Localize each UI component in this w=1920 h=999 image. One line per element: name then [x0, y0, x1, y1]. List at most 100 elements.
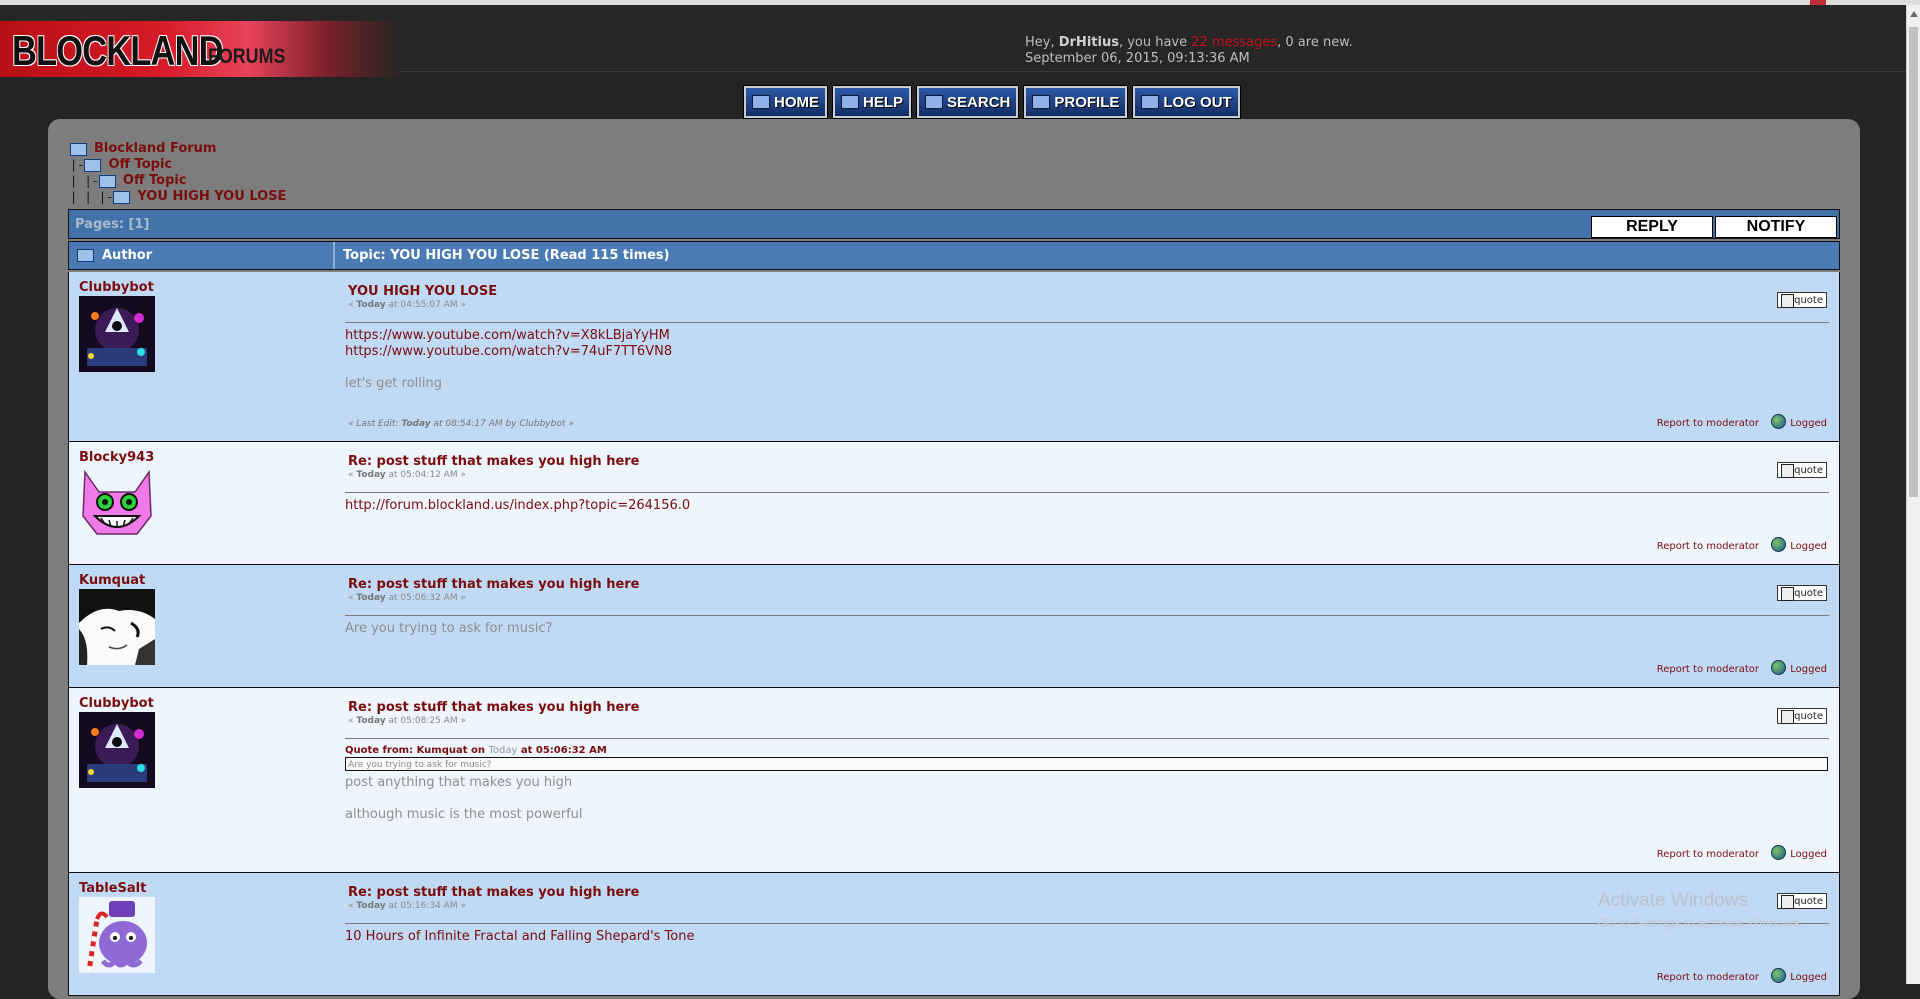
watermark-subtitle: Go to Settings to activate Windows. — [1598, 915, 1804, 930]
profile-label: PROFILE — [1054, 93, 1120, 111]
breadcrumb-item-board[interactable]: | |- Off Topic — [70, 173, 286, 189]
report-link[interactable]: Report to moderator — [1657, 541, 1759, 552]
quote-button[interactable]: quote — [1777, 462, 1827, 478]
activate-windows-watermark: Activate Windows Go to Settings to activ… — [1598, 890, 1803, 930]
quote-box: Are you trying to ask for music? — [345, 757, 1828, 771]
avatar[interactable] — [79, 466, 155, 542]
quote-button[interactable]: quote — [1777, 708, 1827, 724]
report-link[interactable]: Report to moderator — [1657, 849, 1759, 860]
breadcrumb-item-topic[interactable]: | | |- YOU HIGH YOU LOSE — [70, 189, 286, 205]
greeting-mid: , you have — [1118, 35, 1192, 50]
greeting-prefix: Hey, — [1025, 35, 1059, 50]
post-author[interactable]: TableSalt — [79, 881, 146, 896]
scroll-up-icon[interactable] — [1910, 11, 1918, 17]
avatar[interactable] — [79, 296, 155, 372]
breadcrumb-label: Blockland Forum — [94, 141, 217, 156]
avatar[interactable] — [79, 589, 155, 665]
quote-button[interactable]: quote — [1777, 292, 1827, 308]
post-body: Quote from: Kumquat on Today at 05:06:32… — [345, 744, 1828, 823]
post-text: Are you trying to ask for music? — [345, 621, 553, 636]
post: TableSalt Re: post stuff that makes you … — [68, 873, 1840, 996]
quote-from[interactable]: Quote from: Kumquat on — [345, 745, 488, 756]
last-edit-suffix: at 08:54:17 AM by Clubbybot » — [430, 419, 574, 429]
topic-heading: Topic: YOU HIGH YOU LOSE (Read 115 times… — [343, 248, 670, 263]
post-link[interactable]: 10 Hours of Infinite Fractal and Falling… — [345, 929, 694, 945]
notify-button[interactable]: NOTIFY — [1715, 216, 1837, 238]
breadcrumb-item-board-index[interactable]: Blockland Forum — [70, 141, 286, 157]
ip-globe-icon — [1771, 845, 1787, 860]
post-body: https://www.youtube.com/watch?v=X8kLBjaY… — [345, 328, 672, 392]
watermark-title: Activate Windows — [1598, 890, 1748, 911]
post-title[interactable]: Re: post stuff that makes you high here — [348, 577, 640, 592]
quote-label: quote — [1794, 294, 1823, 306]
post-link[interactable]: https://www.youtube.com/watch?v=74uF7TT6… — [345, 344, 672, 360]
post-author[interactable]: Clubbybot — [79, 280, 154, 295]
post-divider — [345, 615, 1829, 616]
home-button[interactable]: HOME — [744, 86, 827, 118]
page-links[interactable]: Pages: [1] — [75, 217, 149, 232]
quote-icon — [1781, 464, 1794, 478]
logged-indicator: Logged — [1771, 660, 1827, 675]
date-suffix: » — [457, 470, 466, 480]
vertical-scrollbar[interactable] — [1906, 5, 1920, 984]
date-today: Today — [356, 901, 386, 911]
search-button[interactable]: SEARCH — [917, 86, 1019, 118]
author-column: Author — [69, 242, 335, 269]
date-time: at 04:55:07 AM — [385, 300, 458, 310]
post-body: Are you trying to ask for music? — [345, 621, 552, 637]
home-icon — [752, 95, 770, 109]
date-time: at 05:06:32 AM — [385, 593, 458, 603]
tree-connector: | |- — [70, 174, 99, 188]
post-date: « Today at 05:04:12 AM » — [348, 470, 466, 480]
breadcrumb-item-category[interactable]: |- Off Topic — [70, 157, 286, 173]
post-divider — [345, 738, 1829, 739]
logged-indicator: Logged — [1771, 845, 1827, 860]
logged-label: Logged — [1790, 849, 1827, 860]
greeting-suffix: , 0 are new. — [1277, 35, 1353, 50]
post-title[interactable]: Re: post stuff that makes you high here — [348, 454, 640, 469]
scrollbar-thumb[interactable] — [1909, 27, 1918, 497]
post-link[interactable]: http://forum.blockland.us/index.php?topi… — [345, 498, 690, 514]
profile-button[interactable]: PROFILE — [1024, 86, 1128, 118]
report-link[interactable]: Report to moderator — [1657, 972, 1759, 983]
logged-label: Logged — [1790, 664, 1827, 675]
logo-title: BLOCKLAND — [12, 27, 224, 74]
report-link[interactable]: Report to moderator — [1657, 664, 1759, 675]
quote-button[interactable]: quote — [1777, 585, 1827, 601]
date-suffix: » — [457, 300, 466, 310]
search-label: SEARCH — [947, 93, 1011, 111]
main-nav: HOME HELP SEARCH PROFILE LOG OUT — [744, 86, 1240, 118]
logged-indicator: Logged — [1771, 537, 1827, 552]
report-link[interactable]: Report to moderator — [1657, 418, 1759, 429]
tree-connector: | | |- — [70, 190, 114, 204]
post-date: « Today at 04:55:07 AM » — [348, 300, 466, 310]
avatar[interactable] — [79, 897, 155, 973]
quote-header: Quote from: Kumquat on Today at 05:06:32… — [345, 744, 1828, 757]
quote-label: quote — [1794, 587, 1823, 599]
post-author[interactable]: Blocky943 — [79, 450, 154, 465]
logged-label: Logged — [1790, 541, 1827, 552]
help-button[interactable]: HELP — [833, 86, 912, 118]
last-edit-prefix: « Last Edit: — [348, 419, 402, 429]
reply-button[interactable]: REPLY — [1591, 216, 1713, 238]
date-time: at 05:08:25 AM — [385, 716, 458, 726]
post-author[interactable]: Clubbybot — [79, 696, 154, 711]
messages-link[interactable]: 22 messages — [1191, 35, 1277, 50]
last-edit: « Last Edit: Today at 08:54:17 AM by Clu… — [348, 419, 574, 429]
home-label: HOME — [774, 93, 819, 111]
logout-button[interactable]: LOG OUT — [1133, 86, 1240, 118]
post-title[interactable]: YOU HIGH YOU LOSE — [348, 284, 497, 299]
date-suffix: » — [457, 716, 466, 726]
post-title[interactable]: Re: post stuff that makes you high here — [348, 885, 640, 900]
site-logo[interactable]: BLOCKLAND FORUMS — [0, 21, 400, 77]
post-divider — [345, 322, 1829, 323]
post: Clubbybot Re: post stuff that makes you … — [68, 688, 1840, 873]
post-link[interactable]: https://www.youtube.com/watch?v=X8kLBjaY… — [345, 328, 672, 344]
post-title[interactable]: Re: post stuff that makes you high here — [348, 700, 640, 715]
avatar[interactable] — [79, 712, 155, 788]
topic-toolbar: Pages: [1] REPLY NOTIFY — [68, 209, 1840, 239]
post-author[interactable]: Kumquat — [79, 573, 145, 588]
folder-icon — [70, 142, 87, 156]
